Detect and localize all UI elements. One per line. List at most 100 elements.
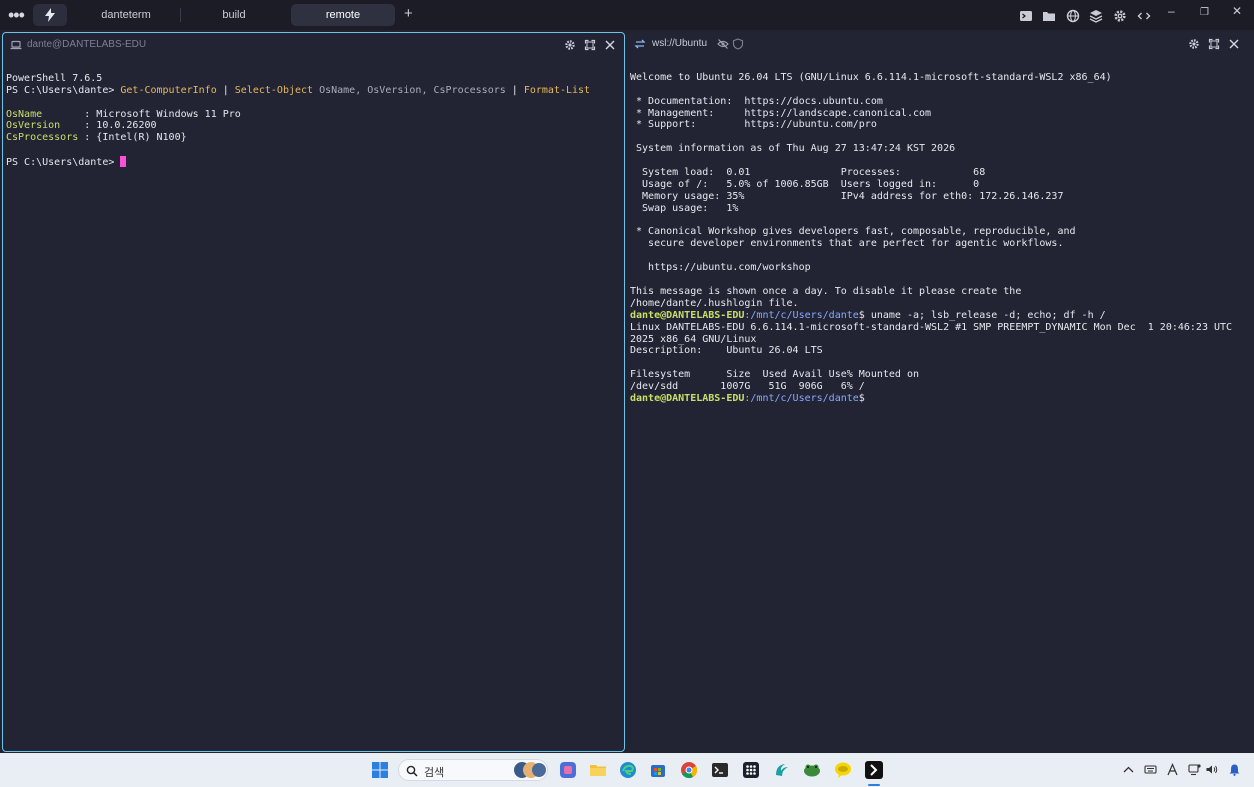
terminal-line: CsProcessors : {Intel(R) N100} [6,132,620,144]
powershell-output[interactable]: PowerShell 7.6.5 PS C:\Users\dante> Get-C… [6,61,620,192]
pipe: | [505,84,524,96]
search-label: 검색 [424,767,445,779]
arg: CsProcessors [427,84,506,96]
close-icon[interactable] [604,39,616,51]
store-icon[interactable] [649,761,667,779]
chrome-icon[interactable] [680,761,698,779]
terminal-line: System load: 0.01 Processes: 68 [630,167,986,179]
terminal-line: * Support: https://ubuntu.com/pro [630,119,877,131]
pane-header: wsl://Ubuntu [626,32,1254,56]
minimize-button[interactable]: – [1168,4,1175,18]
left-terminal-pane[interactable]: dante@DANTELABS-EDU PowerShell 7.6.5 PS C… [2,32,625,752]
terminal-line: System information as of Thu Aug 27 13:4… [630,143,956,155]
pane-header: dante@DANTELABS-EDU [3,33,624,57]
file-explorer-icon[interactable] [589,761,607,779]
bash-prompt-user: dante@DANTELABS-EDU [630,309,745,321]
tab-danteterm[interactable]: danteterm [92,4,160,26]
grid-app-icon[interactable] [742,761,760,779]
pipe: | [216,84,235,96]
maximize-button[interactable]: ❐ [1200,6,1209,20]
start-icon[interactable] [371,761,389,779]
laptop-icon [10,40,22,50]
cmdlet: Format-List [523,84,591,96]
arg: OsName [313,84,356,96]
close-icon[interactable] [1228,38,1240,50]
danteterm-app-icon[interactable] [865,761,883,779]
bash-prompt-user: dante@DANTELABS-EDU [630,392,745,404]
tab-divider [180,8,181,22]
terminal-line: Welcome to Ubuntu 26.04 LTS (GNU/Linux 6… [630,71,1112,83]
text-cursor [120,156,127,168]
terminal-line: dante@DANTELABS-EDU:/mnt/c/Users/dante$ … [630,310,1250,322]
terminal-line: 2025 x86_64 GNU/Linux [630,333,757,345]
bolt-icon[interactable] [33,4,67,26]
ps-prompt: PS C:\Users\dante> [6,157,121,169]
terminal-line: https://ubuntu.com/workshop [630,262,811,274]
property-key: OsName [6,108,43,120]
right-terminal-pane[interactable]: wsl://Ubuntu Welcome to Ubuntu 26.04 LTS… [626,32,1254,752]
terminal-line: /home/dante/.hushlogin file. [630,297,799,309]
layers-icon[interactable] [1089,9,1103,23]
gear-icon[interactable] [564,39,576,51]
close-window-button[interactable]: ✕ [1232,4,1242,18]
terminal-line: Swap usage: 1% [630,202,739,214]
terminal-line: OsName : Microsoft Windows 11 Pro [6,109,620,121]
code-icon[interactable] [1137,9,1151,23]
keyboard-icon[interactable] [1144,763,1157,776]
property-value: : Microsoft Windows 11 Pro [42,108,241,120]
chevron-up-icon[interactable] [1122,763,1135,776]
windows-taskbar: 검색 [0,753,1254,787]
gear-icon[interactable] [1188,38,1200,50]
notification-bell-icon[interactable] [1228,763,1241,776]
expand-icon[interactable] [584,39,596,51]
terminal-line: secure developer environments that are p… [630,238,1064,250]
tab-build[interactable]: build [200,4,268,26]
wave-app-icon[interactable] [773,761,791,779]
property-value: : 10.0.26200 [60,120,157,132]
tab-remote[interactable]: remote [291,4,395,26]
font-icon[interactable] [1166,763,1179,776]
globe-icon[interactable] [1066,9,1080,23]
terminal-line: PS C:\Users\dante> [6,156,620,168]
property-value: : {Intel(R) N100} [78,132,187,144]
gear-icon[interactable] [1113,9,1127,23]
command-text: uname -a; lsb_release -d; echo; df -h / [870,309,1106,321]
taskbar-search[interactable]: 검색 [398,759,548,781]
search-icon [406,765,418,777]
swap-icon [634,39,646,49]
bash-prompt-path: :/mnt/c/Users/dante [744,392,859,404]
terminal-line: OsVersion : 10.0.26200 [6,120,620,132]
edge-icon[interactable] [619,761,637,779]
shield-icon [732,38,744,50]
terminal-icon[interactable] [1019,9,1033,23]
terminal-line: PowerShell 7.6.5 [6,72,103,84]
terminal-line: Memory usage: 35% IPv4 address for eth0:… [630,190,1064,202]
copilot-icon[interactable] [559,761,577,779]
network-icon[interactable] [1188,763,1201,776]
eye-off-icon[interactable] [717,38,729,50]
kakaotalk-icon[interactable] [834,761,852,779]
terminal-line: * Documentation: https://docs.ubuntu.com [630,95,883,107]
expand-icon[interactable] [1208,38,1220,50]
bash-prompt-sign: $ [858,309,871,321]
frog-app-icon[interactable] [803,761,821,779]
folder-icon[interactable] [1042,9,1056,23]
search-highlight-icon [514,762,546,778]
property-key: OsVersion [6,120,61,132]
wsl-output[interactable]: Welcome to Ubuntu 26.04 LTS (GNU/Linux 6… [630,60,1250,429]
cmdlet: Select-Object [234,84,314,96]
more-menu-icon[interactable]: ••• [8,6,25,24]
terminal-line: * Canonical Workshop gives developers fa… [630,226,1076,238]
add-tab-button[interactable]: + [404,5,413,23]
terminal-line: PS C:\Users\dante> Get-ComputerInfo | Se… [6,85,620,97]
terminal-app-icon[interactable] [711,761,729,779]
terminal-line: Usage of /: 5.0% of 1006.85GB Users logg… [630,178,980,190]
volume-icon[interactable] [1205,763,1218,776]
